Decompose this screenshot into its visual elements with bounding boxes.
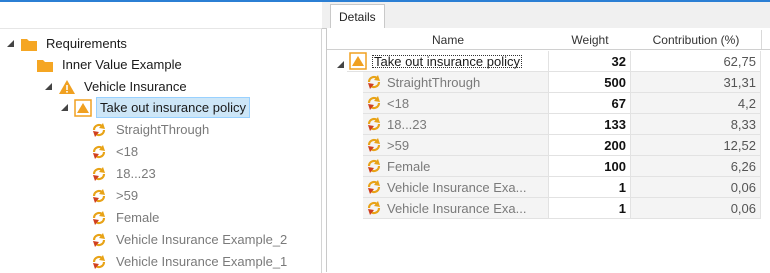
- tree-node-label: <18: [116, 144, 139, 159]
- refresh-icon: [365, 73, 383, 91]
- refresh-icon: [90, 187, 108, 205]
- tree-node-vehicle-insurance[interactable]: Vehicle Insurance: [44, 76, 191, 97]
- tree-node-label: Vehicle Insurance Example_1: [116, 254, 288, 269]
- table-row[interactable]: Vehicle Insurance Exa... 1 0,06: [327, 198, 770, 219]
- tree-node-18-23[interactable]: 18...23: [90, 163, 160, 184]
- name-cell[interactable]: <18: [363, 93, 549, 114]
- table-row[interactable]: StraightThrough 500 31,31: [327, 72, 770, 93]
- column-header-contribution[interactable]: Contribution (%): [631, 30, 762, 50]
- name-cell[interactable]: 18...23: [363, 114, 549, 135]
- row-name: Vehicle Insurance Exa...: [387, 200, 527, 216]
- weight-cell[interactable]: 1: [549, 177, 631, 198]
- contribution-cell: 0,06: [631, 177, 761, 198]
- table-row[interactable]: 18...23 133 8,33: [327, 114, 770, 135]
- column-header-weight[interactable]: Weight: [549, 30, 632, 50]
- warning-box-icon: [74, 98, 92, 117]
- expanded-triangle-icon[interactable]: [337, 57, 345, 72]
- table-row[interactable]: Female 100 6,26: [327, 156, 770, 177]
- tree-node-label: StraightThrough: [116, 122, 210, 137]
- contribution-cell: 0,06: [631, 198, 761, 219]
- refresh-icon: [90, 143, 108, 161]
- weight-cell[interactable]: 100: [549, 156, 631, 177]
- refresh-icon: [365, 94, 383, 112]
- contribution-cell: 4,2: [631, 93, 761, 114]
- tree-node-inner-value-example[interactable]: Inner Value Example: [36, 54, 186, 75]
- requirements-tree[interactable]: Requirements Inner Value Example Vehicle…: [0, 28, 322, 273]
- tree-node-take-out-insurance-policy[interactable]: Take out insurance policy: [60, 97, 250, 118]
- table-row[interactable]: >59 200 12,52: [327, 135, 770, 156]
- tree-node-label: 18...23: [116, 166, 156, 181]
- contribution-cell: 62,75: [631, 51, 761, 72]
- tree-node-label: Female: [116, 210, 160, 225]
- tree-node-requirements[interactable]: Requirements: [6, 33, 131, 54]
- column-header-name[interactable]: Name: [347, 30, 550, 50]
- refresh-icon: [365, 157, 383, 175]
- refresh-icon: [90, 209, 108, 227]
- row-name: StraightThrough: [387, 74, 481, 90]
- table-row[interactable]: Vehicle Insurance Exa... 1 0,06: [327, 177, 770, 198]
- details-grid[interactable]: Name Weight Contribution (%) Take out in…: [326, 28, 770, 272]
- row-name: Take out insurance policy: [371, 54, 523, 69]
- refresh-icon: [365, 178, 383, 196]
- expanded-triangle-icon[interactable]: [6, 39, 16, 49]
- name-cell[interactable]: StraightThrough: [363, 72, 549, 93]
- folder-icon: [20, 35, 38, 53]
- tree-node-label: Requirements: [46, 36, 127, 51]
- weight-cell[interactable]: 67: [549, 93, 631, 114]
- refresh-icon: [365, 115, 383, 133]
- tree-node-label: Vehicle Insurance Example_2: [116, 232, 288, 247]
- row-name: Vehicle Insurance Exa...: [387, 179, 527, 195]
- contribution-cell: 12,52: [631, 135, 761, 156]
- contribution-cell: 6,26: [631, 156, 761, 177]
- refresh-icon: [90, 231, 108, 249]
- tab-details[interactable]: Details: [330, 4, 385, 30]
- row-name: <18: [387, 95, 410, 111]
- contribution-cell: 31,31: [631, 72, 761, 93]
- row-name: >59: [387, 137, 410, 153]
- refresh-icon: [365, 199, 383, 217]
- warning-box-icon: [349, 52, 367, 70]
- name-cell[interactable]: Vehicle Insurance Exa...: [363, 177, 549, 198]
- tree-node-label: >59: [116, 188, 139, 203]
- contribution-cell: 8,33: [631, 114, 761, 135]
- row-name: 18...23: [387, 116, 427, 132]
- tree-node-label: Vehicle Insurance: [84, 79, 187, 94]
- tree-node-female[interactable]: Female: [90, 207, 163, 228]
- name-cell[interactable]: Female: [363, 156, 549, 177]
- name-cell[interactable]: Take out insurance policy: [347, 51, 549, 72]
- refresh-icon: [365, 136, 383, 154]
- table-row[interactable]: <18 67 4,2: [327, 93, 770, 114]
- tree-node-vehicle-insurance-example-1[interactable]: Vehicle Insurance Example_1: [90, 251, 291, 272]
- refresh-icon: [90, 253, 108, 271]
- header-divider: [327, 49, 770, 50]
- tree-node-label: Take out insurance policy: [96, 97, 250, 118]
- weight-cell[interactable]: 200: [549, 135, 631, 156]
- weight-cell[interactable]: 1: [549, 198, 631, 219]
- table-row[interactable]: Take out insurance policy 32 62,75: [327, 51, 770, 72]
- expanded-triangle-icon[interactable]: [60, 103, 70, 113]
- weight-cell[interactable]: 32: [549, 51, 631, 72]
- weight-cell[interactable]: 500: [549, 72, 631, 93]
- details-tab-strip: Details: [322, 2, 770, 30]
- refresh-icon: [90, 121, 108, 139]
- row-name: Female: [387, 158, 431, 174]
- folder-icon: [36, 56, 54, 74]
- name-cell[interactable]: Vehicle Insurance Exa...: [363, 198, 549, 219]
- name-cell[interactable]: >59: [363, 135, 549, 156]
- tree-node-vehicle-insurance-example-2[interactable]: Vehicle Insurance Example_2: [90, 229, 291, 250]
- refresh-icon: [90, 165, 108, 183]
- weight-cell[interactable]: 133: [549, 114, 631, 135]
- tree-node-under-18[interactable]: <18: [90, 141, 142, 162]
- tree-node-straightthrough[interactable]: StraightThrough: [90, 119, 213, 140]
- tree-node-over-59[interactable]: >59: [90, 185, 142, 206]
- warning-triangle-icon: [58, 78, 76, 96]
- tree-node-label: Inner Value Example: [62, 57, 182, 72]
- expanded-triangle-icon[interactable]: [44, 82, 54, 92]
